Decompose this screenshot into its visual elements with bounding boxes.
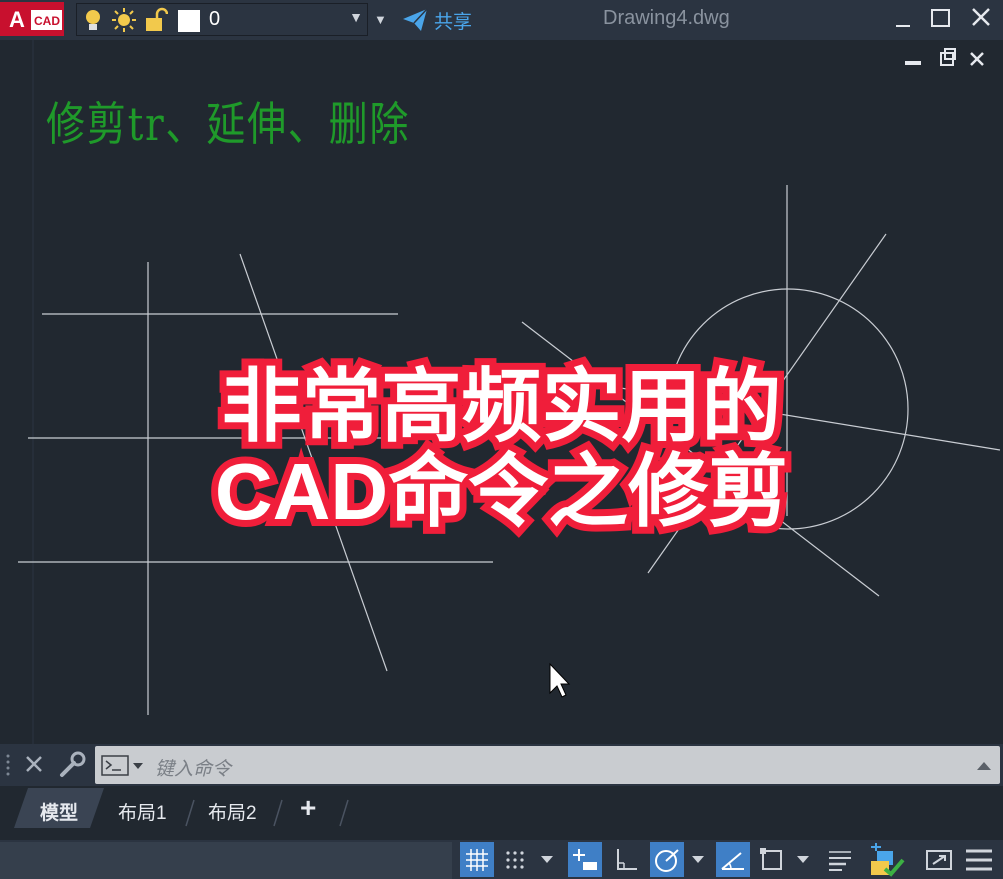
share-label: 共享 — [434, 11, 473, 33]
add-layout-button[interactable]: + — [300, 792, 316, 824]
polar-tracking-icon[interactable] — [650, 842, 684, 877]
lightbulb-icon[interactable] — [83, 8, 103, 39]
customization-menu-icon[interactable] — [962, 842, 996, 877]
tab-separator — [339, 799, 349, 827]
dynamic-input-icon[interactable] — [568, 842, 602, 877]
lineweight-icon[interactable] — [823, 842, 857, 877]
drawing-annotation: 修剪tr、延伸、删除 — [46, 97, 411, 151]
layer-dropdown[interactable]: 0 ▼ — [76, 3, 368, 36]
quick-access-dropdown-icon[interactable]: ▼ — [374, 12, 387, 27]
tab-separator — [273, 799, 283, 827]
annotation-monitor-icon[interactable] — [866, 842, 906, 877]
overlay-title-line1: 非常高频实用的 — [0, 360, 1003, 454]
snap-dropdown-icon[interactable] — [535, 842, 559, 877]
close-command-icon[interactable] — [24, 754, 44, 781]
overlay-line2-text: CAD命令之修剪 — [208, 445, 795, 539]
chevron-down-icon[interactable]: ▼ — [349, 9, 363, 25]
maximize-icon[interactable] — [929, 6, 953, 37]
doc-minimize-icon[interactable] — [905, 61, 921, 65]
unlock-icon[interactable] — [144, 7, 169, 38]
doc-restore-icon[interactable] — [940, 48, 956, 66]
status-bar — [0, 840, 1003, 879]
mouse-cursor-icon — [549, 662, 571, 698]
doc-close-icon[interactable] — [970, 52, 984, 66]
logo-text: CAD — [34, 14, 60, 28]
command-input[interactable]: 键入命令 — [95, 746, 1000, 784]
tab-layout1[interactable]: 布局1 — [118, 798, 167, 825]
close-icon[interactable] — [969, 6, 993, 37]
tab-layout2[interactable]: 布局2 — [208, 798, 257, 825]
grid-toggle-icon[interactable] — [460, 842, 494, 877]
document-title: Drawing4.dwg — [603, 7, 730, 29]
drawing-canvas[interactable]: 修剪tr、延伸、删除 非常高频实用的 CAD命令之修剪 — [0, 40, 1003, 744]
layout-tabs: 模型 布局1 布局2 + — [0, 786, 1003, 840]
overlay-title-line2: CAD命令之修剪 — [0, 445, 1003, 539]
layer-color-swatch — [178, 10, 200, 32]
polar-dropdown-icon[interactable] — [686, 842, 710, 877]
command-line-bar: 键入命令 — [0, 744, 1003, 786]
customize-wrench-icon[interactable] — [58, 751, 88, 784]
osnap-dropdown-icon[interactable] — [791, 842, 815, 877]
app-logo[interactable]: A CAD — [0, 2, 64, 36]
overlay-line1-text: 非常高频实用的 — [215, 360, 789, 454]
grip-handle[interactable] — [4, 752, 12, 785]
ortho-mode-icon[interactable] — [609, 842, 643, 877]
fullscreen-icon[interactable] — [922, 842, 956, 877]
object-snap-icon[interactable] — [755, 842, 789, 877]
tab-separator — [185, 799, 195, 827]
logo-letter: A — [9, 7, 25, 32]
minimize-icon[interactable] — [893, 4, 913, 39]
tab-model[interactable]: 模型 — [40, 798, 78, 825]
send-icon — [403, 8, 428, 31]
command-placeholder: 键入命令 — [155, 759, 232, 780]
command-history-arrow-icon[interactable] — [976, 759, 992, 777]
sun-icon[interactable] — [111, 7, 137, 38]
status-info-area — [0, 842, 452, 879]
title-bar: A CAD 0 ▼ ▼ 共享 Drawing4.dwg — [0, 0, 1003, 40]
layer-name: 0 — [209, 8, 221, 30]
share-button[interactable]: 共享 — [402, 6, 472, 34]
snap-mode-icon[interactable] — [499, 842, 533, 877]
command-prompt-icon[interactable] — [101, 754, 145, 783]
isometric-drafting-icon[interactable] — [716, 842, 750, 877]
